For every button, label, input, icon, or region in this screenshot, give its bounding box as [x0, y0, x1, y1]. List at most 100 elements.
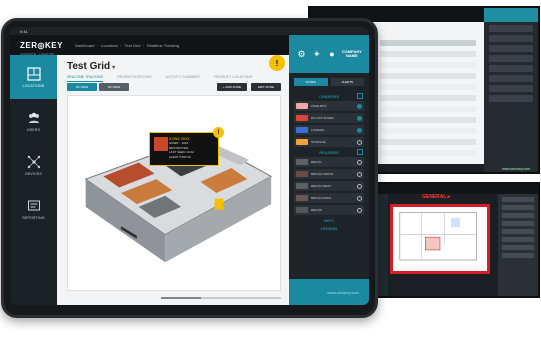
select-all-checkbox[interactable]	[357, 149, 363, 155]
tab-activity-summary[interactable]: ACTIVITY SUMMARY	[166, 75, 201, 82]
list-item[interactable]	[489, 45, 533, 52]
asset-popup[interactable]: ZONE BOX ASSET · 1022 RESTRICTED LAST SE…	[149, 127, 224, 166]
zone-item[interactable]: DO NOT ENTER	[294, 113, 364, 123]
zone-toggle[interactable]	[357, 103, 362, 109]
reader-label: RDR-05	[311, 208, 322, 212]
sidebar-item-devices[interactable]: DEVICES	[10, 143, 57, 187]
bottom-monitor-alert[interactable]: GENERAL ▸	[422, 194, 450, 200]
list-item[interactable]	[489, 75, 533, 82]
section-title-text: INFO	[324, 218, 334, 223]
breadcrumb-item[interactable]: Dashboard	[75, 43, 95, 48]
user-icon[interactable]: ●	[327, 49, 338, 60]
bottom-monitor-floorplan[interactable]	[390, 204, 490, 274]
list-item[interactable]	[489, 85, 533, 92]
breadcrumb-item[interactable]: Realtime Tracking	[147, 43, 179, 48]
reader-item[interactable]: RDR-01	[294, 157, 364, 167]
list-item[interactable]	[502, 205, 534, 210]
list-item[interactable]	[502, 253, 534, 258]
sidebar-item-locations[interactable]: LOCATIONS	[10, 55, 57, 99]
table-row[interactable]	[380, 139, 476, 145]
zone-toggle[interactable]	[357, 115, 362, 121]
breadcrumb: Dashboard › Locations › Test Grid › Realtim…	[74, 42, 179, 48]
tablet-screen: 9:41 ZER◎KEY ACCURATE · LOCATION Dashboa…	[10, 27, 369, 305]
gear-icon[interactable]: ⚙	[296, 49, 307, 60]
zone-item[interactable]: LOADING	[294, 125, 364, 135]
table-row[interactable]	[380, 51, 476, 57]
zone-toggle[interactable]	[357, 127, 362, 133]
zone-label: ZONE BOX	[311, 104, 327, 108]
reader-label: RDR-03 WEST	[311, 184, 332, 188]
bell-icon[interactable]: ✦	[311, 49, 322, 60]
table-row[interactable]	[380, 117, 476, 123]
panel-selector: ZONES ALERTS	[289, 73, 369, 91]
select-all-checkbox[interactable]	[357, 93, 363, 99]
reader-item[interactable]: RDR-04 DOCK	[294, 193, 364, 203]
list-item[interactable]	[502, 221, 534, 226]
table-row[interactable]	[380, 40, 476, 46]
table-row[interactable]	[380, 73, 476, 79]
list-item[interactable]	[489, 25, 533, 32]
floorplan-2d	[399, 212, 477, 261]
list-item[interactable]	[489, 55, 533, 62]
zone-toggle[interactable]	[357, 139, 362, 145]
popup-line: ALERT STATUS	[169, 154, 191, 159]
table-row[interactable]	[380, 150, 476, 156]
table-row[interactable]	[380, 95, 476, 101]
edit-zone-button[interactable]: EDIT ZONE	[251, 83, 281, 91]
map-scrollbar[interactable]	[161, 297, 281, 299]
zones-selector[interactable]: ZONES	[294, 78, 328, 86]
reader-toggle[interactable]	[357, 159, 362, 165]
reader-toggle[interactable]	[357, 171, 362, 177]
zone-label: STORAGE	[311, 140, 326, 144]
tab-realtime-tracking[interactable]: REALTIME TRACKING	[67, 75, 104, 82]
zone-item[interactable]: STORAGE	[294, 137, 364, 147]
company-name[interactable]: COMPANY NAME	[342, 49, 362, 59]
warning-icon[interactable]: !	[269, 55, 285, 71]
reader-toggle[interactable]	[357, 195, 362, 201]
alerts-selector[interactable]: ALERTS	[330, 78, 364, 86]
warehouse-render	[84, 136, 273, 263]
list-item[interactable]	[502, 213, 534, 218]
list-item[interactable]	[502, 229, 534, 234]
reader-item[interactable]: RDR-05	[294, 205, 364, 215]
view-toggle: 2D VIEW 3D VIEW	[67, 83, 129, 91]
reader-toggle[interactable]	[357, 183, 362, 189]
reader-item[interactable]: RDR-03 WEST	[294, 181, 364, 191]
warehouse-3d-map[interactable]	[67, 95, 281, 291]
tab-product-locations[interactable]: PRODUCT LOCATIONS	[214, 75, 252, 82]
table-row[interactable]	[380, 62, 476, 68]
tab-recent-positions[interactable]: RECENT POSITIONS	[117, 75, 151, 82]
company-name-line: NAME	[345, 53, 358, 58]
2d-view-button[interactable]: 2D VIEW	[67, 83, 97, 91]
reader-swatch	[296, 171, 308, 177]
table-row[interactable]	[380, 128, 476, 134]
3d-view-button[interactable]: 3D VIEW	[99, 83, 129, 91]
sidebar-item-users[interactable]: USERS	[10, 99, 57, 143]
zone-item[interactable]: ZONE BOX	[294, 101, 364, 111]
table-row[interactable]	[380, 84, 476, 90]
zone-swatch	[296, 127, 308, 133]
list-item[interactable]	[502, 197, 534, 202]
floorplan-icon	[26, 66, 41, 81]
website-url[interactable]: www.zerokey.com	[327, 290, 359, 295]
sidebar-item-label: USERS	[26, 127, 41, 132]
page-title[interactable]: Test Grid ▾	[67, 61, 115, 72]
reader-toggle[interactable]	[357, 207, 362, 213]
table-row[interactable]	[380, 106, 476, 112]
sidebar-item-reporting[interactable]: REPORTING	[10, 187, 57, 231]
list-item[interactable]	[489, 95, 533, 102]
breadcrumb-item[interactable]: Test Grid	[125, 43, 141, 48]
asset-thumbnail	[154, 137, 168, 151]
list-item[interactable]	[502, 245, 534, 250]
section-title-text: READERS	[319, 150, 339, 155]
app-logo[interactable]: ZER◎KEY ACCURATE · LOCATION	[20, 35, 63, 56]
list-item[interactable]	[489, 65, 533, 72]
add-zone-button[interactable]: + ADD ZONE	[217, 83, 247, 91]
scrollbar-thumb[interactable]	[161, 297, 201, 299]
section-title-text: LEGEND	[320, 226, 338, 231]
breadcrumb-item[interactable]: Locations	[101, 43, 118, 48]
reader-item[interactable]: RDR-02 NORTH	[294, 169, 364, 179]
list-item[interactable]	[502, 237, 534, 242]
list-item[interactable]	[489, 35, 533, 42]
reader-swatch	[296, 183, 308, 189]
